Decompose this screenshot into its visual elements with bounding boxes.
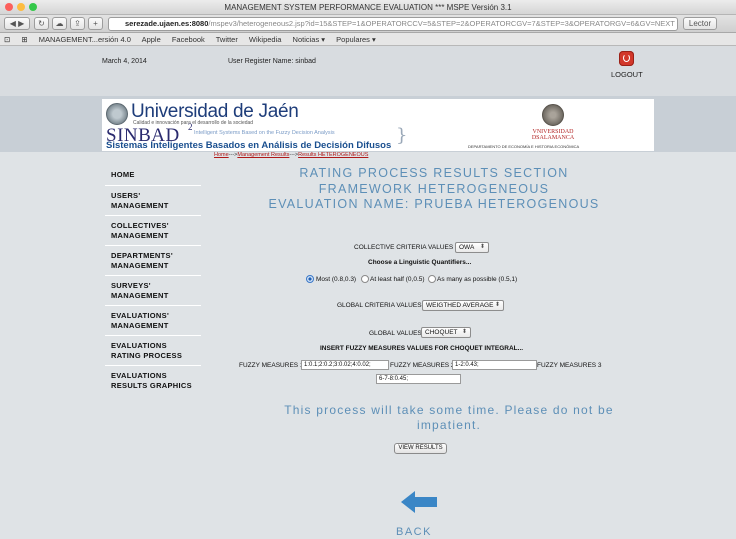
evaluation-name: EVALUATION NAME: PRUEBA HETEROGENOUS <box>268 197 600 211</box>
quantifier-label: As many as possible (0.5,1) <box>437 276 518 283</box>
sidebar-item-home[interactable]: HOME <box>111 170 197 180</box>
reading-list-icon[interactable]: ⊡ <box>4 35 10 44</box>
global-values-select[interactable]: CHOQUET ⬍ <box>421 327 471 338</box>
reader-button[interactable]: Lector <box>683 17 717 30</box>
section-subtitle: FRAMEWORK HETEROGENEOUS <box>318 182 550 196</box>
window-title: MANAGEMENT SYSTEM PERFORMANCE EVALUATION… <box>224 3 512 12</box>
sidebar-divider <box>105 185 201 186</box>
sidebar-item-users[interactable]: USERS' MANAGEMENT <box>111 191 197 211</box>
section-title: RATING PROCESS RESULTS SECTION <box>299 166 569 180</box>
logout-link[interactable]: LOGOUT <box>611 70 643 79</box>
usal-department: DEPARTAMENTO DE ECONOMÍA E HISTORIA ECON… <box>468 144 580 149</box>
power-icon[interactable] <box>619 51 634 66</box>
global-values-label: GLOBAL VALUES <box>369 330 422 337</box>
bookmark-item[interactable]: MANAGEMENT...ersión 4.0 <box>39 35 131 44</box>
fuzzy-measures-1-label: FUZZY MEASURES 1 <box>239 362 304 369</box>
icloud-icon[interactable]: ☁ <box>52 17 67 30</box>
global-criteria-value: WEIGTHED AVERAGE <box>426 302 494 309</box>
global-criteria-select[interactable]: WEIGTHED AVERAGE ⬍ <box>422 300 504 311</box>
sidebar-divider <box>105 365 201 366</box>
bookmarks-bar: ⊡ ⊞ MANAGEMENT...ersión 4.0 Apple Facebo… <box>0 33 736 46</box>
back-forward-buttons[interactable]: ◀ ▶ <box>4 17 30 30</box>
sinbad-spanish-title: Sistemas Inteligentes Basados en Análisi… <box>106 140 392 151</box>
quantifier-most-radio[interactable] <box>306 275 314 283</box>
sidebar-item-surveys[interactable]: SURVEYS' MANAGEMENT <box>111 281 197 301</box>
view-results-button[interactable]: VIEW RESULTS <box>394 443 447 454</box>
salamanca-seal-icon <box>542 104 564 126</box>
bookmark-item[interactable]: Wikipedia <box>249 35 282 44</box>
address-bar[interactable]: serezade.ujaen.es:8080/mspev3/heterogene… <box>108 17 678 31</box>
minimize-window-button[interactable] <box>17 3 25 11</box>
bookmark-item[interactable]: Twitter <box>216 35 238 44</box>
bookmark-item[interactable]: Noticias ▾ <box>293 35 326 44</box>
collective-criteria-label: COLLECTIVE CRITERIA VALUES <box>354 244 454 251</box>
collective-criteria-select[interactable]: OWA ⬍ <box>455 242 489 253</box>
bookmark-item[interactable]: Facebook <box>172 35 205 44</box>
usal-name-line2: DSALAMANCA <box>531 135 575 141</box>
quantifier-half-radio[interactable] <box>361 275 369 283</box>
url-path: /mspev3/heterogeneous2.jsp?id=15&STEP=1&… <box>208 19 675 28</box>
sidebar-divider <box>105 305 201 306</box>
sidebar-item-collectives[interactable]: COLLECTIVES' MANAGEMENT <box>111 221 197 241</box>
top-sites-icon[interactable]: ⊞ <box>21 35 27 44</box>
zoom-window-button[interactable] <box>29 3 37 11</box>
quantifier-many-radio[interactable] <box>428 275 436 283</box>
fuzzy-measures-2-input[interactable]: 1-2:0.43; <box>452 360 537 370</box>
fuzzy-measures-heading: INSERT FUZZY MEASURES VALUES FOR CHOQUET… <box>320 345 524 352</box>
page-date: March 4, 2014 <box>102 58 147 65</box>
sidebar-divider <box>105 335 201 336</box>
window-titlebar: MANAGEMENT SYSTEM PERFORMANCE EVALUATION… <box>0 0 736 15</box>
fuzzy-measures-3-input[interactable]: 6-7-8:0.45; <box>376 374 461 384</box>
brace-decoration: } <box>396 125 408 146</box>
sidebar-divider <box>105 275 201 276</box>
sidebar-item-rating-process[interactable]: EVALUATIONS RATING PROCESS <box>111 341 197 361</box>
quantifier-label: Most (0.8,0.3) <box>316 276 357 283</box>
updown-arrow-icon: ⬍ <box>494 302 500 308</box>
updown-arrow-icon: ⬍ <box>461 329 467 335</box>
university-emblem-icon <box>106 103 128 125</box>
fuzzy-measures-2-label: FUZZY MEASURES 2 <box>390 362 455 369</box>
back-arrow-icon[interactable] <box>401 491 437 513</box>
reader-label: Lector <box>688 19 712 28</box>
sidebar-divider <box>105 245 201 246</box>
bookmark-item[interactable]: Apple <box>142 35 161 44</box>
process-notice-line2: impatient. <box>416 418 482 432</box>
fuzzy-measures-1-input[interactable]: 1:0.1;2:0.2;3:0.02;4:0.02; <box>301 360 389 370</box>
quantifier-label: At least half (0,0.5) <box>370 276 425 283</box>
browser-toolbar: ◀ ▶ ↻ ☁ ⇪ + serezade.ujaen.es:8080/mspev… <box>0 15 736 33</box>
close-window-button[interactable] <box>5 3 13 11</box>
global-values-value: CHOQUET <box>425 329 458 336</box>
bookmark-item[interactable]: Populares ▾ <box>336 35 376 44</box>
user-name: User Register Name: sinbad <box>228 58 316 65</box>
reload-icon[interactable]: ↻ <box>34 17 49 30</box>
fuzzy-measures-3-label: FUZZY MEASURES 3 <box>537 362 602 369</box>
back-link[interactable]: BACK <box>396 526 432 538</box>
updown-arrow-icon: ⬍ <box>479 244 485 250</box>
quantifiers-heading: Choose a Linguistic Quantifiers... <box>368 259 472 266</box>
sinbad-superscript: 2 <box>188 122 193 132</box>
process-notice-line1: This process will take some time. Please… <box>284 403 614 417</box>
sinbad-tagline: Intelligent Systems Based on the Fuzzy D… <box>194 130 335 136</box>
sidebar-item-evaluations[interactable]: EVALUATIONS' MANAGEMENT <box>111 311 197 331</box>
add-bookmark-icon[interactable]: + <box>88 17 103 30</box>
sidebar-item-departments[interactable]: DEPARTMENTS' MANAGEMENT <box>111 251 197 271</box>
sidebar-item-results-graphics[interactable]: EVALUATIONS RESULTS GRAPHICS <box>111 371 197 391</box>
collective-criteria-value: OWA <box>459 244 475 251</box>
share-icon[interactable]: ⇪ <box>70 17 85 30</box>
global-criteria-label: GLOBAL CRITERIA VALUES <box>337 302 422 309</box>
sidebar-divider <box>105 215 201 216</box>
url-host: serezade.ujaen.es:8080 <box>125 19 209 28</box>
